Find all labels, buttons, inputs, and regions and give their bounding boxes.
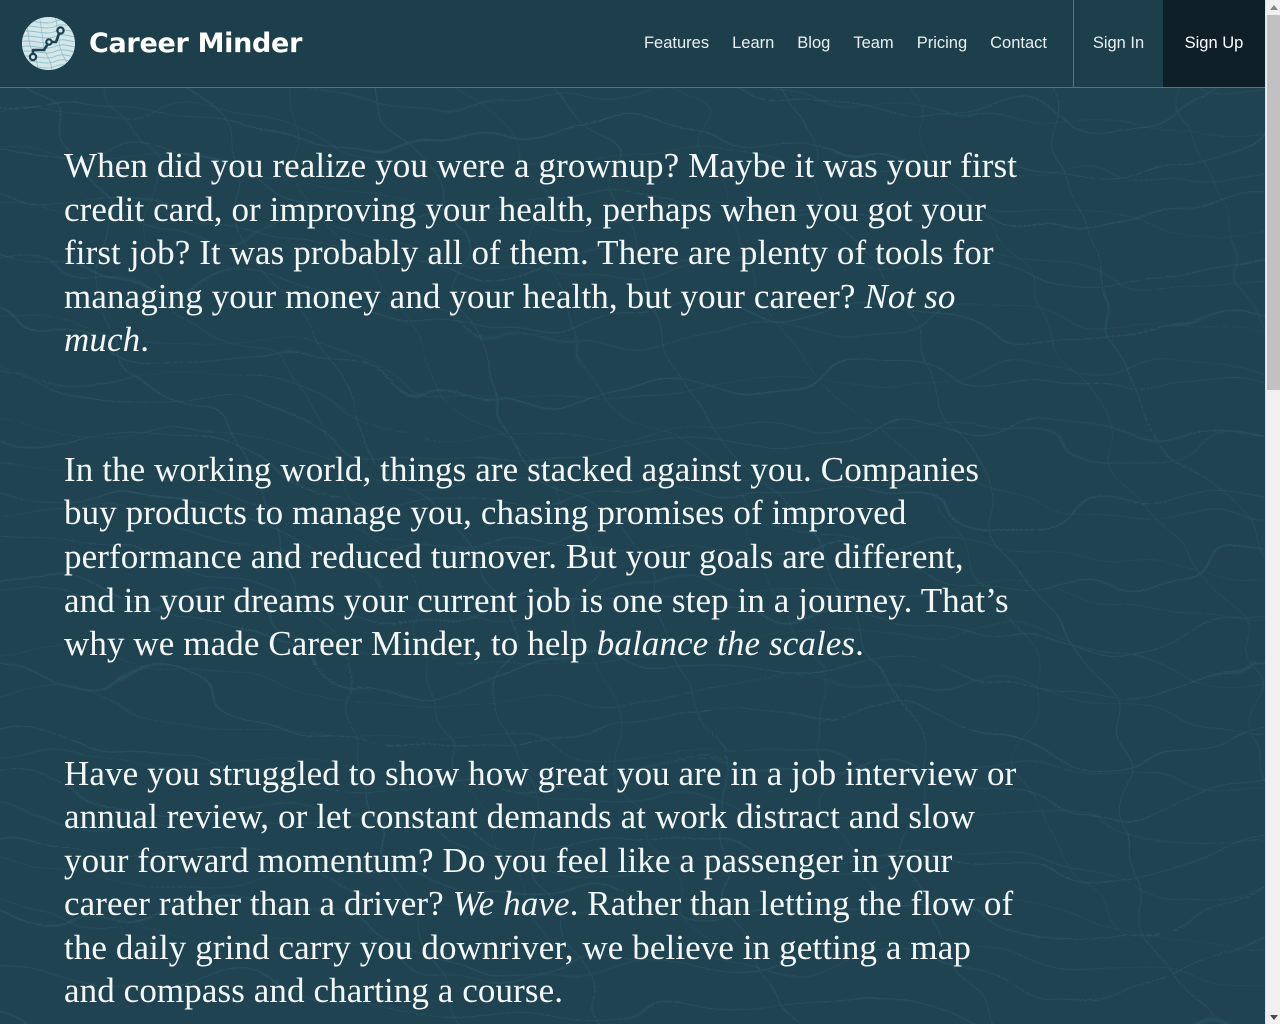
main-content: When did you realize you were a grownup?…: [0, 88, 1265, 1013]
scroll-down-glyph: [1269, 1014, 1278, 1020]
sign-up-button[interactable]: Sign Up: [1163, 0, 1265, 87]
topographic-map-route-icon: [22, 17, 75, 70]
scroll-thumb[interactable]: [1267, 15, 1280, 390]
vertical-scrollbar[interactable]: [1265, 0, 1280, 1024]
site-header: Career Minder Features Learn Blog Team P…: [0, 0, 1265, 88]
chevron-up-icon[interactable]: [1266, 0, 1280, 14]
nav-item-contact[interactable]: Contact: [990, 35, 1047, 52]
nav-item-team[interactable]: Team: [853, 35, 893, 52]
brand-home-link[interactable]: Career Minder: [0, 0, 302, 87]
chevron-down-icon[interactable]: [1266, 1010, 1280, 1024]
page-viewport: Career Minder Features Learn Blog Team P…: [0, 0, 1265, 1024]
scroll-up-glyph: [1269, 4, 1278, 10]
main-navigation: Features Learn Blog Team Pricing Contact…: [644, 0, 1265, 87]
nav-item-features[interactable]: Features: [644, 35, 709, 52]
nav-link-group: Features Learn Blog Team Pricing Contact: [644, 0, 1073, 87]
brand-name: Career Minder: [89, 28, 303, 59]
intro-paragraph-map-and-compass: Have you struggled to show how great you…: [64, 753, 1017, 1011]
nav-item-pricing[interactable]: Pricing: [917, 35, 967, 52]
sign-in-button[interactable]: Sign In: [1073, 0, 1163, 87]
intro-paragraph-working-world: In the working world, things are stacked…: [64, 449, 1009, 664]
page-root: Career Minder Features Learn Blog Team P…: [0, 0, 1280, 1024]
nav-item-blog[interactable]: Blog: [797, 35, 830, 52]
nav-item-learn[interactable]: Learn: [732, 35, 774, 52]
intro-paragraph-grownup: When did you realize you were a grownup?…: [64, 146, 1018, 360]
